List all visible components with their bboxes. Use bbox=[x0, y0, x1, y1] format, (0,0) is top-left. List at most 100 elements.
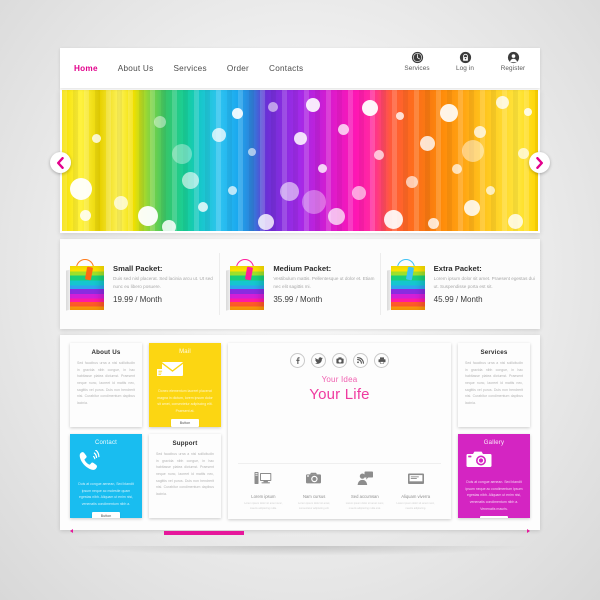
nav-action-register[interactable]: Register bbox=[494, 51, 532, 72]
packet-price: 35.99 / Month bbox=[273, 294, 323, 304]
shopping-bag-icon-orange bbox=[66, 258, 106, 311]
feature-label: Nam cursus bbox=[302, 493, 326, 499]
tile-button[interactable]: Button bbox=[92, 511, 120, 518]
nav-action-login-label: Log in bbox=[455, 65, 474, 72]
tile-mail[interactable]: Mail Donec elementum laoreet placerat ma… bbox=[149, 343, 221, 427]
scroll-thumb[interactable] bbox=[164, 531, 244, 535]
feature-item-3[interactable]: Sed accumsan Lorem ipsum dolor sit amet … bbox=[340, 471, 391, 511]
top-navigation-bar: Home About Us Services Order Contacts Se… bbox=[60, 48, 540, 88]
tile-body: Sed faucibus urna a nisl sollicitudin in… bbox=[465, 361, 523, 405]
shopping-bag-icon-blue bbox=[386, 258, 427, 311]
nav-action-services-label: Services bbox=[404, 65, 430, 72]
feature-desc: Lorem ipsum dolor sit amet, consectetur … bbox=[298, 501, 331, 510]
tile-body: Duis at congue aenean. Sed blandit ipsum… bbox=[465, 480, 523, 511]
hero-spacer bbox=[238, 403, 441, 463]
scroll-left-arrow[interactable] bbox=[70, 529, 73, 533]
packet-price: 19.99 / Month bbox=[113, 294, 162, 304]
tile-about-us[interactable]: About Us Sed faucibus urna a nisl sollic… bbox=[70, 343, 142, 427]
content-column-center: Your Idea Your Life Lorem ipsum Lorem ip… bbox=[228, 343, 451, 519]
feature-label: Lorem ipsum bbox=[251, 493, 276, 499]
content-panel: About Us Sed faucibus urna a nisl sollic… bbox=[60, 335, 540, 535]
tile-gallery[interactable]: Gallery Duis at congue aenean. Sed bland… bbox=[458, 434, 530, 518]
nav-link-home[interactable]: Home bbox=[74, 64, 98, 73]
page-drop-shadow bbox=[70, 546, 530, 556]
website-mockup: Home About Us Services Order Contacts Se… bbox=[50, 48, 550, 535]
envelope-icon bbox=[156, 359, 214, 384]
facebook-icon[interactable] bbox=[290, 353, 305, 368]
lock-icon bbox=[459, 51, 472, 64]
camera-social-icon[interactable] bbox=[332, 353, 347, 368]
nav-link-order[interactable]: Order bbox=[227, 64, 249, 73]
hero-tagline-small: Your Idea bbox=[321, 375, 358, 384]
camera-icon bbox=[289, 471, 340, 491]
info-clock-icon bbox=[411, 51, 424, 64]
tile-services[interactable]: Services Sed faucibus urna a nisl sollic… bbox=[458, 343, 530, 427]
tile-button[interactable]: Button bbox=[480, 516, 508, 518]
feature-row: Lorem ipsum Lorem ipsum dolor sit amet n… bbox=[238, 462, 441, 519]
nav-action-services[interactable]: Services bbox=[398, 51, 436, 72]
hero-panel: Your Idea Your Life Lorem ipsum Lorem ip… bbox=[228, 343, 451, 519]
nav-action-login[interactable]: Log in bbox=[446, 51, 484, 72]
tile-title: Contact bbox=[94, 440, 118, 446]
camera-icon bbox=[465, 450, 523, 475]
tile-title: Services bbox=[480, 349, 508, 356]
packet-description: Duis sed nisl placerat. Sed lacinia arcu… bbox=[113, 276, 213, 289]
feature-desc: Lorem ipsum dolor sit amet nunc, mauris … bbox=[396, 501, 435, 510]
feature-desc: Lorem ipsum dolor sit amet nunc, mauris … bbox=[345, 501, 385, 510]
packet-card-extra[interactable]: Extra Packet: Lorem ipsum dolor sit amet… bbox=[381, 239, 540, 329]
banner-bokeh-circles bbox=[62, 90, 538, 231]
nav-link-list: Home About Us Services Order Contacts bbox=[74, 48, 303, 88]
rss-icon[interactable] bbox=[353, 353, 368, 368]
slider-prev-button[interactable] bbox=[50, 152, 71, 173]
tile-title: Support bbox=[172, 440, 198, 447]
tile-body: Sed faucibus urna a nisl sollicitudin in… bbox=[156, 452, 214, 496]
content-column-second: Mail Donec elementum laoreet placerat ma… bbox=[149, 343, 221, 519]
packet-price: 45.99 / Month bbox=[433, 294, 483, 304]
feature-desc: Lorem ipsum dolor sit amet nunc, mauris … bbox=[244, 501, 283, 510]
tile-button[interactable]: Button bbox=[171, 418, 199, 427]
shopping-bag-icon-pink bbox=[226, 258, 266, 311]
content-scrollbar[interactable] bbox=[70, 528, 530, 535]
social-icon-row bbox=[238, 353, 441, 368]
tile-title: Gallery bbox=[483, 440, 505, 446]
feature-label: Aliquam viverra bbox=[401, 493, 431, 499]
packet-description: Lorem ipsum dolor sit amet. Praesent ege… bbox=[433, 276, 535, 289]
user-chat-icon bbox=[340, 471, 391, 491]
nav-link-services[interactable]: Services bbox=[173, 64, 206, 73]
nav-link-about-us[interactable]: About Us bbox=[118, 64, 154, 73]
chevron-right-icon bbox=[536, 156, 543, 169]
hero-tagline-big: Your Life bbox=[309, 386, 370, 403]
packet-title: Extra Packet: bbox=[433, 264, 482, 274]
hero-banner-slider bbox=[50, 88, 550, 233]
tile-contact[interactable]: Contact Duis at congue aenean, Sed bland… bbox=[70, 434, 142, 518]
scrollbar-track[interactable] bbox=[78, 530, 522, 535]
tile-support[interactable]: Support Sed faucibus urna a nisl sollici… bbox=[149, 434, 221, 518]
scroll-right-arrow[interactable] bbox=[527, 529, 530, 533]
nav-action-register-label: Register bbox=[500, 65, 526, 72]
banner-image bbox=[62, 90, 538, 231]
tile-body: Sed faucibus urna a nisl sollicitudin in… bbox=[77, 361, 135, 405]
user-icon bbox=[507, 51, 520, 64]
packet-title: Small Packet: bbox=[113, 264, 163, 274]
tile-title: Mail bbox=[179, 349, 191, 355]
nav-action-list: Services Log in Register bbox=[398, 51, 532, 72]
slider-next-button[interactable] bbox=[529, 152, 550, 173]
nav-link-contacts[interactable]: Contacts bbox=[269, 64, 303, 73]
content-grid: About Us Sed faucibus urna a nisl sollic… bbox=[70, 343, 530, 519]
content-column-right: Services Sed faucibus urna a nisl sollic… bbox=[458, 343, 530, 519]
page-root: Home About Us Services Order Contacts Se… bbox=[0, 0, 600, 600]
chevron-left-icon bbox=[57, 156, 64, 169]
packet-card-small[interactable]: Small Packet: Duis sed nisl placerat. Se… bbox=[60, 239, 219, 329]
packet-card-medium[interactable]: Medium Packet: Vestibulum mattis. Pellen… bbox=[220, 239, 379, 329]
pricing-packets-strip: Small Packet: Duis sed nisl placerat. Se… bbox=[60, 239, 540, 329]
feature-item-1[interactable]: Lorem ipsum Lorem ipsum dolor sit amet n… bbox=[238, 471, 289, 511]
tile-title: About Us bbox=[91, 349, 121, 356]
printer-icon[interactable] bbox=[374, 353, 389, 368]
twitter-icon[interactable] bbox=[311, 353, 326, 368]
feature-item-2[interactable]: Nam cursus Lorem ipsum dolor sit amet, c… bbox=[289, 471, 340, 511]
feature-item-4[interactable]: Aliquam viverra Lorem ipsum dolor sit am… bbox=[390, 471, 441, 511]
feature-label: Sed accumsan bbox=[351, 493, 379, 499]
content-column-left: About Us Sed faucibus urna a nisl sollic… bbox=[70, 343, 142, 519]
tile-body: Donec elementum laoreet placerat magna i… bbox=[157, 389, 213, 413]
screen-icon bbox=[390, 471, 441, 491]
